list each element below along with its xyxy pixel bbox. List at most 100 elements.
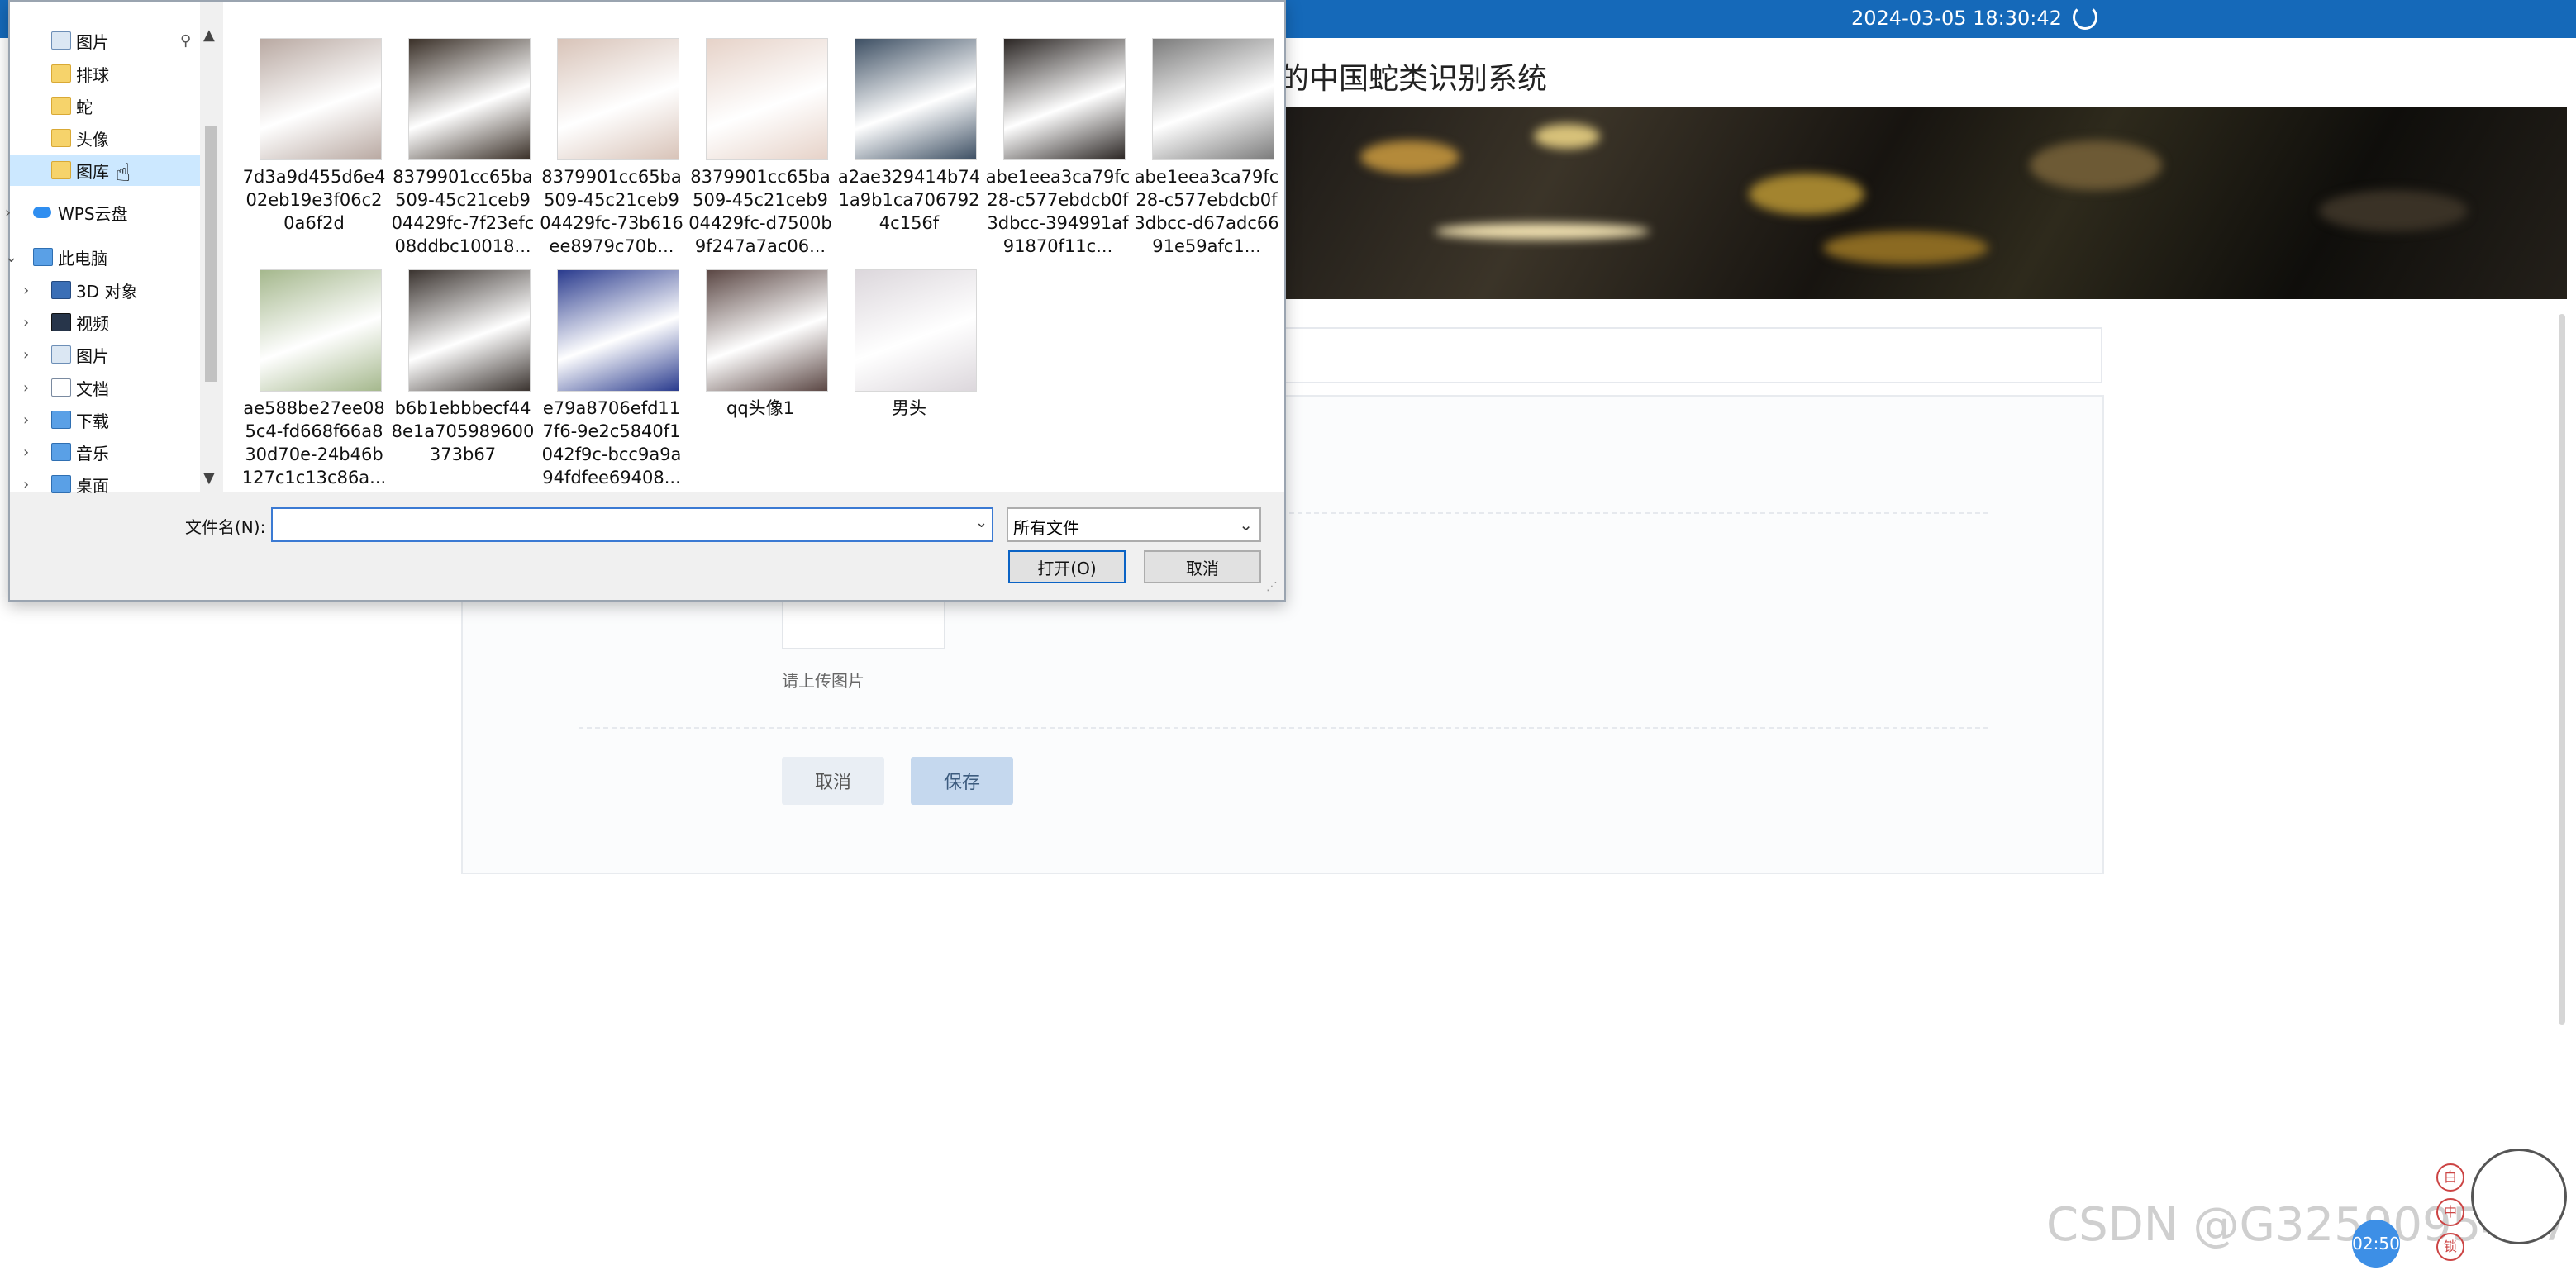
nav-item-label: 蛇 xyxy=(76,97,93,117)
file-item[interactable]: b6b1ebbbecf448e1a705989600373b67 xyxy=(390,233,536,464)
file-name: e79a8706efd117f6-9e2c5840f1042f9c-bcc9a9… xyxy=(541,398,682,488)
file-item[interactable]: qq头像1 xyxy=(688,233,833,464)
pic-icon xyxy=(51,31,71,50)
nav-item-label: 桌面 xyxy=(76,475,109,496)
nav-item-label: 文档 xyxy=(76,378,109,399)
nav-item-label: 排球 xyxy=(76,64,109,85)
file-open-dialog: 图片 ⚲ 排球蛇头像 图库 › WPS云盘 ⌄ 此电脑 › 3D 对象 › 视频 › 图片 › 文档 › 下载 › 音… xyxy=(5,0,1286,602)
nav-item-label: 音乐 xyxy=(76,443,109,464)
folder-icon xyxy=(51,64,71,83)
pc-icon xyxy=(33,248,53,266)
mascot-icon-2[interactable]: 锁 xyxy=(2436,1233,2464,1261)
chevron-right-icon[interactable]: › xyxy=(23,346,29,364)
file-item[interactable]: abe1eea3ca79fc28-c577ebdcb0f3dbcc-394991… xyxy=(985,2,1131,256)
file-name: 7d3a9d455d6e402eb19e3f06c20a6f2d xyxy=(242,167,386,233)
nav-item-label: 下载 xyxy=(76,411,109,431)
file-name: qq头像1 xyxy=(726,398,795,418)
nav-item[interactable]: 图片 ⚲ xyxy=(10,25,200,56)
form-divider xyxy=(579,727,1988,729)
nav-item-label: 视频 xyxy=(76,313,109,334)
file-item[interactable]: e79a8706efd117f6-9e2c5840f1042f9c-bcc9a9… xyxy=(539,233,684,488)
nav-item[interactable]: 蛇 xyxy=(10,90,200,121)
file-thumbnail xyxy=(260,269,382,392)
cube-icon xyxy=(51,281,71,299)
file-thumbnail xyxy=(408,269,531,392)
power-icon[interactable] xyxy=(2073,5,2097,30)
chevron-up-icon[interactable]: ▲ xyxy=(203,26,215,44)
filetype-value: 所有文件 xyxy=(1013,518,1079,538)
mascot-icon-1[interactable]: 中 xyxy=(2436,1198,2464,1226)
file-item[interactable]: 男头 xyxy=(836,233,982,464)
file-item[interactable]: 8379901cc65ba509-45c21ceb904429fc-d7500b… xyxy=(688,2,833,256)
nav-item[interactable]: › 文档 xyxy=(10,372,200,403)
file-name: abe1eea3ca79fc28-c577ebdcb0f3dbcc-d67adc… xyxy=(1134,167,1279,256)
nav-item[interactable]: 排球 xyxy=(10,58,200,89)
nav-item[interactable]: ⌄ 此电脑 xyxy=(5,241,200,273)
filetype-select[interactable]: 所有文件 ⌄ xyxy=(1007,507,1261,542)
nav-item-label: 3D 对象 xyxy=(76,281,138,302)
nav-item[interactable]: › 图片 xyxy=(10,339,200,370)
upload-hint: 请上传图片 xyxy=(782,671,864,691)
nav-item-label: 此电脑 xyxy=(58,248,107,269)
nav-item[interactable]: › 桌面 xyxy=(10,469,200,500)
page-scrollbar[interactable] xyxy=(2559,314,2565,1025)
file-thumbnail xyxy=(408,38,531,160)
file-name: ae588be27ee085c4-fd668f66a830d70e-24b46b… xyxy=(241,398,387,488)
dialog-cancel-button[interactable]: 取消 xyxy=(1144,550,1261,583)
nav-item[interactable]: 头像 xyxy=(10,122,200,154)
cancel-button[interactable]: 取消 xyxy=(782,757,884,805)
chevron-down-icon[interactable]: ▼ xyxy=(203,469,215,487)
chevron-right-icon[interactable]: › xyxy=(23,411,29,429)
file-list-pane: 7d3a9d455d6e402eb19e3f06c20a6f2d 8379901c… xyxy=(223,2,1284,492)
file-thumbnail xyxy=(557,38,679,160)
file-item[interactable]: 8379901cc65ba509-45c21ceb904429fc-73b616… xyxy=(539,2,684,256)
video-icon xyxy=(51,313,71,331)
mascot-icon-0[interactable]: 白 xyxy=(2436,1163,2464,1192)
file-thumbnail xyxy=(1152,38,1274,160)
file-item[interactable]: a2ae329414b741a9b1ca7067924c156f xyxy=(836,2,982,233)
chevron-right-icon[interactable]: › xyxy=(23,476,29,493)
nav-item[interactable]: › 下载 xyxy=(10,404,200,435)
cloud-icon xyxy=(33,207,51,218)
nav-item[interactable]: › WPS云盘 xyxy=(5,197,200,228)
pic-icon xyxy=(51,345,71,364)
file-name: 男头 xyxy=(892,398,926,418)
chevron-right-icon[interactable]: › xyxy=(23,282,29,299)
chevron-right-icon[interactable]: › xyxy=(23,314,29,331)
chevron-down-icon: ⌄ xyxy=(1239,515,1253,535)
file-thumbnail xyxy=(557,269,679,392)
file-item[interactable]: 7d3a9d455d6e402eb19e3f06c20a6f2d xyxy=(241,2,387,233)
chevron-right-icon[interactable]: › xyxy=(5,204,11,221)
mascot-avatar[interactable] xyxy=(2471,1149,2567,1244)
chevron-right-icon[interactable]: › xyxy=(23,379,29,397)
file-thumbnail xyxy=(855,38,977,160)
file-item[interactable]: 8379901cc65ba509-45c21ceb904429fc-7f23ef… xyxy=(390,2,536,256)
mouse-cursor-icon: ☝ xyxy=(116,159,131,188)
nav-item[interactable]: › 视频 xyxy=(10,307,200,338)
filename-input[interactable] xyxy=(271,507,993,542)
nav-item-label: 头像 xyxy=(76,129,109,150)
open-button[interactable]: 打开(O) xyxy=(1008,550,1126,583)
download-icon xyxy=(51,411,71,429)
nav-scrollbar-thumb[interactable] xyxy=(205,126,217,382)
file-name: a2ae329414b741a9b1ca7067924c156f xyxy=(837,167,981,233)
resize-grip-icon[interactable]: ⋰ xyxy=(1266,580,1278,593)
save-button[interactable]: 保存 xyxy=(911,757,1013,805)
file-thumbnail xyxy=(706,38,828,160)
chevron-down-icon[interactable]: ⌄ xyxy=(975,514,988,531)
pin-icon: ⚲ xyxy=(180,31,192,50)
banner-image xyxy=(1286,107,2567,299)
nav-item[interactable]: › 3D 对象 xyxy=(10,274,200,306)
nav-item[interactable]: 图库 xyxy=(10,155,200,186)
folder-icon xyxy=(51,97,71,115)
chevron-right-icon[interactable]: › xyxy=(23,444,29,461)
datetime-display: 2024-03-05 18:30:42 xyxy=(1851,7,2062,30)
nav-item-label: WPS云盘 xyxy=(58,203,128,224)
file-item[interactable]: ae588be27ee085c4-fd668f66a830d70e-24b46b… xyxy=(241,233,387,488)
nav-item[interactable]: › 音乐 xyxy=(10,436,200,468)
chevron-down-icon[interactable]: ⌄ xyxy=(5,249,17,266)
desktop-icon xyxy=(51,475,71,493)
system-title: 的中国蛇类识别系统 xyxy=(1279,62,1548,96)
file-item[interactable]: abe1eea3ca79fc28-c577ebdcb0f3dbcc-d67adc… xyxy=(1134,2,1279,256)
file-name: abe1eea3ca79fc28-c577ebdcb0f3dbcc-394991… xyxy=(985,167,1131,256)
